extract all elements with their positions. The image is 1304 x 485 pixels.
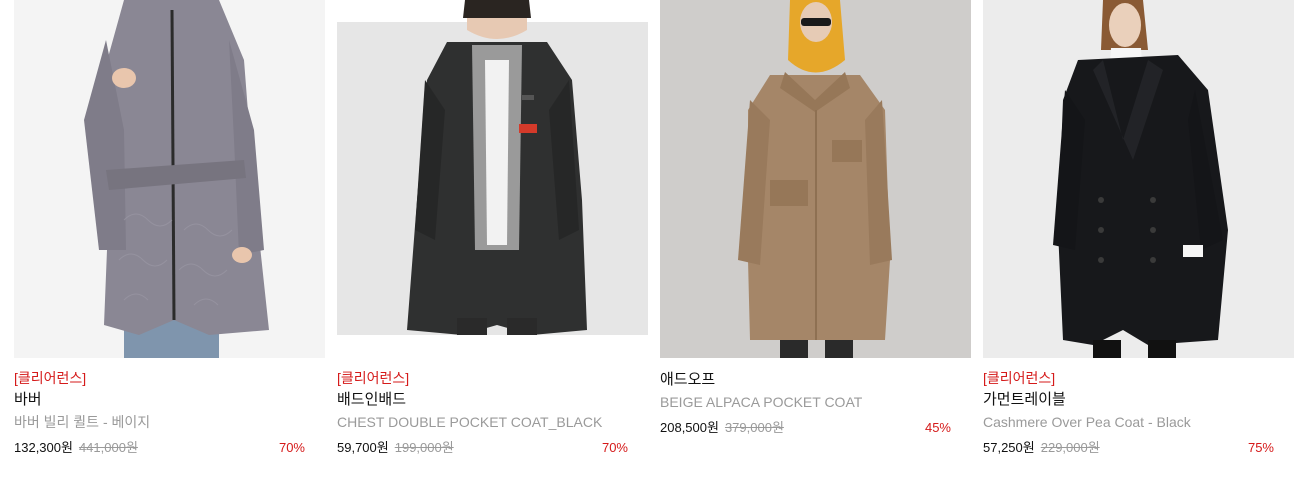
product-image[interactable] [983,0,1294,358]
product-grid: [클리어런스] 바버 바버 빌리 퀼트 - 베이지 132,300원 441,00… [0,0,1304,485]
price-row: 132,300원 441,000원 70% [14,439,325,457]
product-image[interactable] [14,0,325,358]
original-price: 229,000원 [1040,440,1100,455]
price-row: 59,700원 199,000원 70% [337,439,648,457]
sale-price: 208,500원 [660,420,719,435]
original-price: 441,000원 [78,440,138,455]
product-photo [660,0,971,358]
brand-name[interactable]: 애드오프 [660,370,971,389]
brand-name[interactable]: 배드인배드 [337,390,648,409]
discount-rate: 70% [278,440,305,455]
discount-rate: 70% [601,440,628,455]
product-card[interactable]: 애드오프 BEIGE ALPACA POCKET COAT 208,500원 37… [660,0,971,437]
product-name[interactable]: BEIGE ALPACA POCKET COAT [660,393,971,411]
original-price: 379,000원 [724,420,784,435]
product-photo [983,0,1294,358]
sale-price: 57,250원 [983,440,1035,455]
sale-price: 59,700원 [337,440,389,455]
product-image[interactable] [337,0,648,358]
discount-rate: 45% [924,420,951,435]
product-name[interactable]: Cashmere Over Pea Coat - Black [983,413,1294,431]
discount-rate: 75% [1247,440,1274,455]
product-photo [337,0,648,358]
brand-name[interactable]: 바버 [14,390,325,409]
price-row: 57,250원 229,000원 75% [983,439,1294,457]
product-name[interactable]: CHEST DOUBLE POCKET COAT_BLACK [337,413,648,431]
clearance-tag: [클리어런스] [983,370,1056,386]
clearance-tag: [클리어런스] [14,370,87,386]
original-price: 199,000원 [394,440,454,455]
brand-name[interactable]: 가먼트레이블 [983,390,1294,409]
product-card[interactable]: [클리어런스] 가먼트레이블 Cashmere Over Pea Coat - … [983,0,1294,457]
product-card[interactable]: [클리어런스] 배드인배드 CHEST DOUBLE POCKET COAT_B… [337,0,648,457]
product-photo [14,0,325,358]
clearance-tag: [클리어런스] [337,370,410,386]
product-name[interactable]: 바버 빌리 퀼트 - 베이지 [14,413,325,431]
sale-price: 132,300원 [14,440,73,455]
price-row: 208,500원 379,000원 45% [660,419,971,437]
product-card[interactable]: [클리어런스] 바버 바버 빌리 퀼트 - 베이지 132,300원 441,00… [14,0,325,457]
product-image[interactable] [660,0,971,358]
